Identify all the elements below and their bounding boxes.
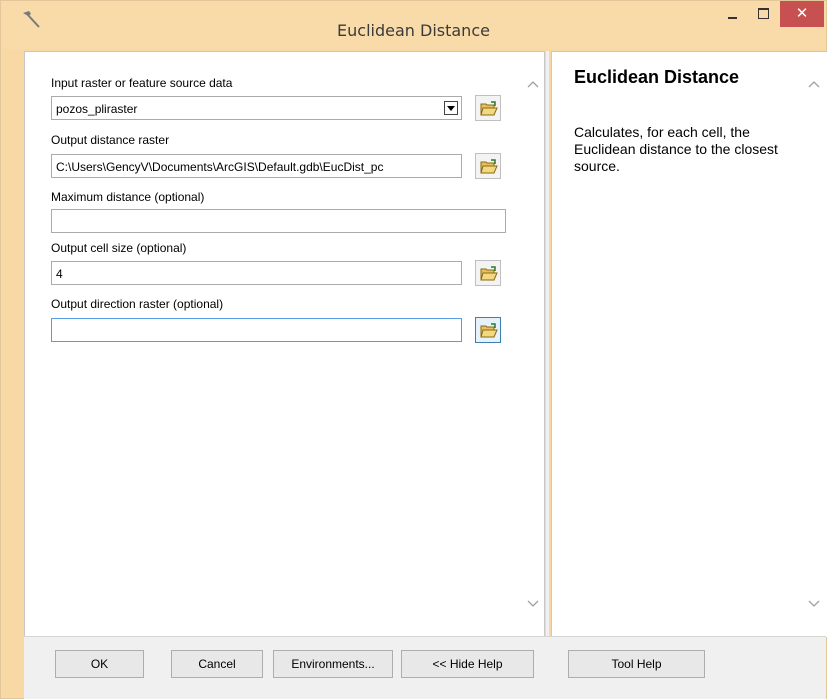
- pane-splitter[interactable]: [546, 51, 549, 636]
- help-scroll-down-icon[interactable]: [808, 600, 820, 608]
- close-button[interactable]: ✕: [780, 1, 824, 27]
- minimize-icon: [728, 17, 737, 19]
- input-source-combobox[interactable]: pozos_pliraster: [51, 96, 462, 120]
- cellsize-label: Output cell size (optional): [51, 241, 187, 255]
- direction-label: Output direction raster (optional): [51, 297, 224, 311]
- button-bar: OK Cancel Environments... << Hide Help T…: [24, 636, 826, 699]
- output-raster-field[interactable]: C:\Users\GencyV\Documents\ArcGIS\Default…: [51, 154, 462, 178]
- input-source-value: pozos_pliraster: [56, 102, 138, 116]
- cancel-button[interactable]: Cancel: [171, 650, 263, 678]
- help-description: Calculates, for each cell, the Euclidean…: [574, 124, 778, 174]
- help-scroll-up-icon[interactable]: [808, 80, 820, 88]
- hide-help-button[interactable]: << Hide Help: [401, 650, 534, 678]
- browse-direction-button[interactable]: [475, 317, 501, 343]
- folder-open-icon: [480, 323, 498, 338]
- maximize-button[interactable]: [748, 1, 778, 27]
- browse-output-button[interactable]: [475, 153, 501, 179]
- maximize-icon: [758, 8, 769, 19]
- maxdist-label: Maximum distance (optional): [51, 190, 205, 204]
- help-title: Euclidean Distance: [574, 67, 740, 87]
- browse-cellsize-button[interactable]: [475, 260, 501, 286]
- input-label: Input raster or feature source data: [51, 76, 233, 90]
- direction-raster-field[interactable]: [51, 318, 462, 342]
- cell-size-field[interactable]: 4: [51, 261, 462, 285]
- scroll-down-icon[interactable]: [527, 600, 539, 608]
- browse-input-button[interactable]: [475, 95, 501, 121]
- environments-button[interactable]: Environments...: [273, 650, 393, 678]
- folder-open-icon: [480, 159, 498, 174]
- output-label: Output distance raster: [51, 133, 170, 147]
- scroll-up-icon[interactable]: [527, 80, 539, 88]
- parameters-pane: Input raster or feature source data pozo…: [24, 51, 545, 638]
- ok-button[interactable]: OK: [55, 650, 144, 678]
- tool-help-button[interactable]: Tool Help: [568, 650, 705, 678]
- folder-open-icon: [480, 101, 498, 116]
- dropdown-arrow-icon[interactable]: [444, 101, 458, 115]
- window-title: Euclidean Distance: [337, 21, 490, 40]
- help-pane: Euclidean Distance Calculates, for each …: [551, 51, 827, 638]
- close-icon: ✕: [795, 4, 809, 22]
- title-bar[interactable]: Euclidean Distance ✕: [1, 1, 826, 49]
- minimize-button[interactable]: [717, 1, 747, 27]
- max-distance-field[interactable]: [51, 209, 506, 233]
- folder-open-icon: [480, 266, 498, 281]
- tool-dialog: Euclidean Distance ✕ Input raster or fea…: [0, 0, 827, 699]
